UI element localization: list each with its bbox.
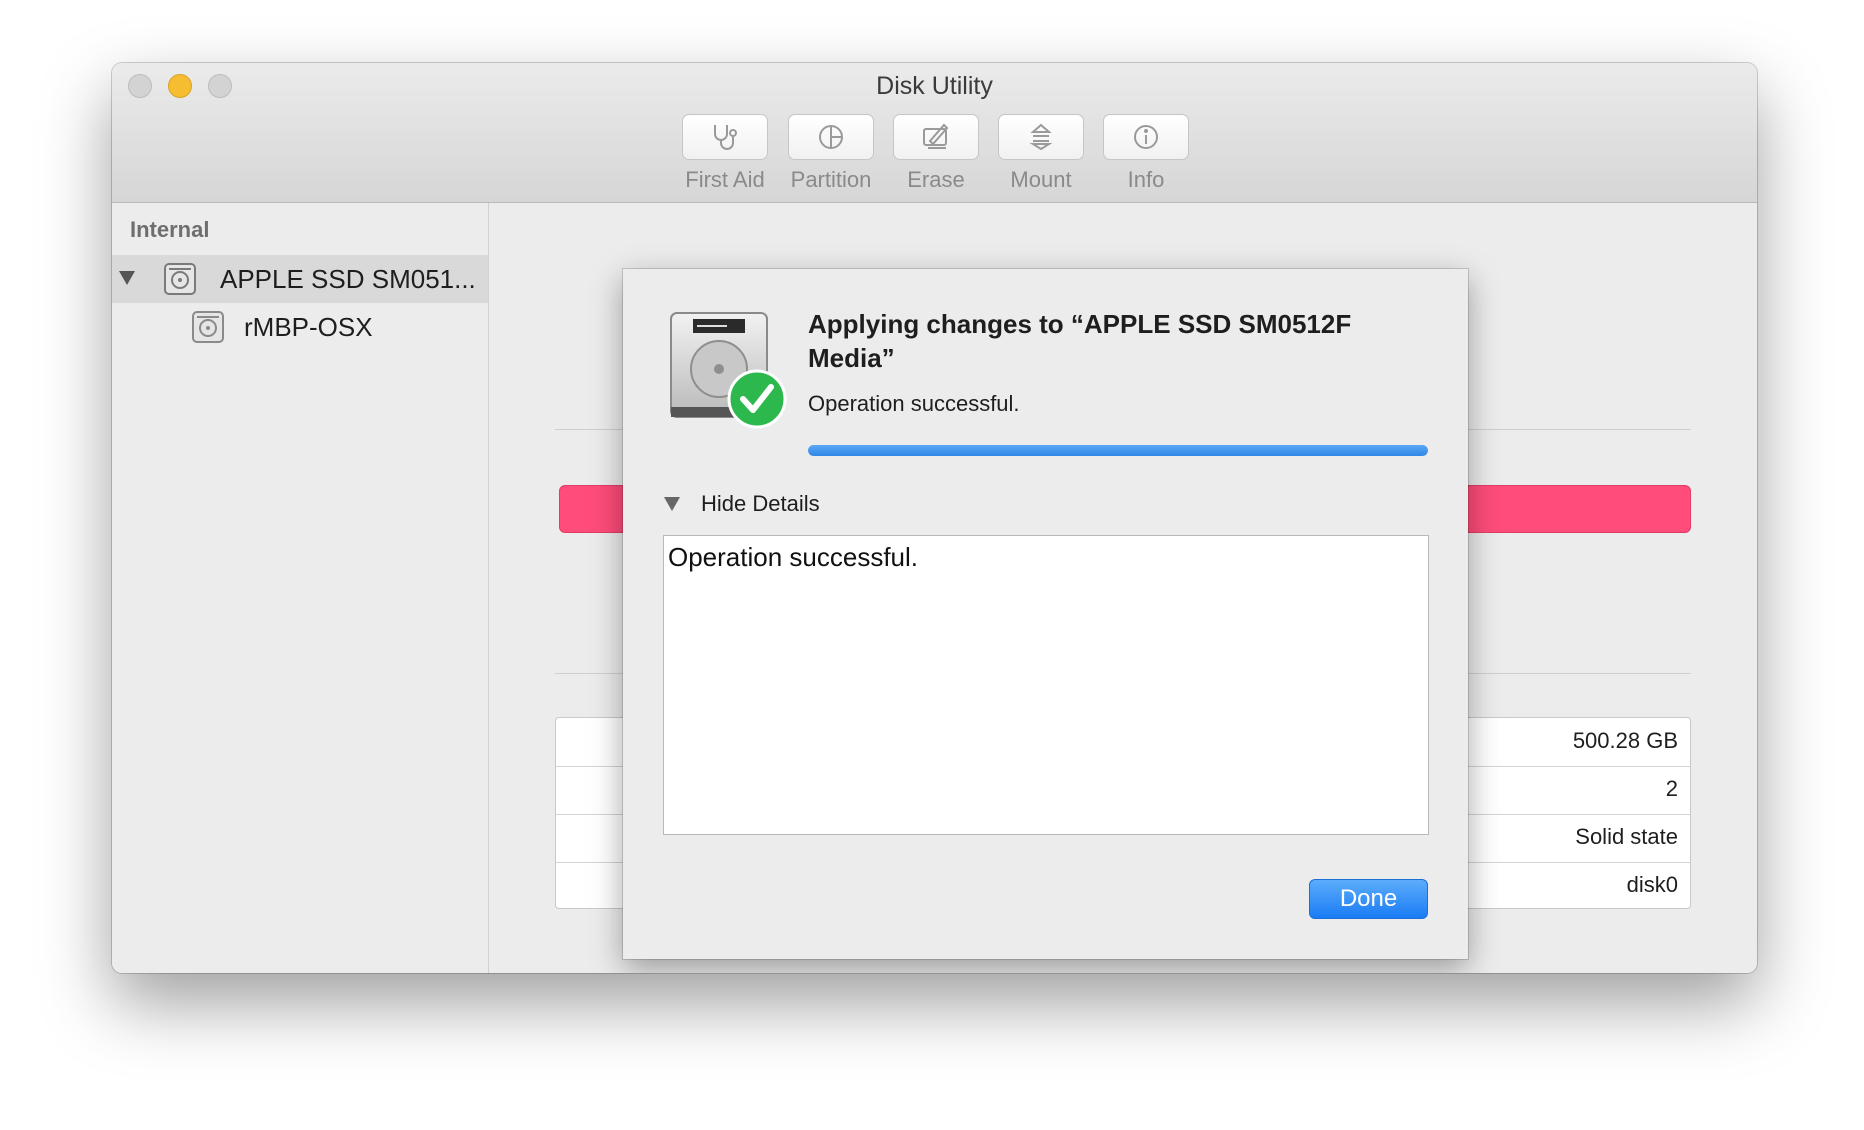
details-log-text: Operation successful.	[668, 542, 919, 572]
hard-drive-icon	[164, 263, 196, 295]
window-title: Disk Utility	[876, 72, 993, 100]
disclosure-triangle-icon[interactable]	[118, 270, 136, 286]
sidebar: Internal APPLE SSD SM051... rMBP-OSX	[112, 203, 489, 973]
erase-icon	[923, 123, 949, 149]
pie-chart-icon	[819, 125, 843, 149]
info-value: disk0	[1626, 872, 1678, 897]
erase-button[interactable]: Erase	[893, 114, 979, 193]
info-value: 500.28 GB	[1572, 728, 1678, 753]
info-button[interactable]: Info	[1103, 114, 1189, 193]
sidebar-item-label: APPLE SSD SM051...	[220, 264, 476, 294]
sidebar-section-internal: Internal	[130, 217, 210, 242]
progress-bar	[808, 445, 1428, 456]
mount-label: Mount	[1010, 167, 1072, 192]
sidebar-item-rmbp-osx[interactable]: rMBP-OSX	[112, 303, 488, 351]
first-aid-button[interactable]: First Aid	[682, 114, 768, 193]
sidebar-item-label: rMBP-OSX	[244, 312, 373, 342]
done-button[interactable]: Done	[1309, 879, 1428, 919]
mount-icon	[1029, 123, 1053, 151]
mount-button[interactable]: Mount	[998, 114, 1084, 193]
hard-drive-success-icon	[670, 312, 787, 429]
progress-fill	[808, 445, 1428, 456]
stethoscope-icon	[714, 125, 737, 150]
erase-label: Erase	[907, 167, 965, 192]
info-value: 2	[1665, 776, 1678, 801]
partition-label: Partition	[790, 167, 872, 192]
disclosure-triangle-icon	[664, 497, 680, 511]
hide-details-label: Hide Details	[701, 491, 820, 516]
volume-icon	[192, 311, 224, 343]
info-value: Solid state	[1575, 824, 1678, 849]
details-log[interactable]: Operation successful.	[663, 535, 1429, 835]
operation-status: Operation successful.	[808, 391, 1020, 416]
info-icon	[1134, 125, 1158, 149]
title-bar: Disk Utility First Aid Partition Erase M…	[112, 63, 1757, 203]
sheet-title: Applying changes to “APPLE SSD SM0512F M…	[808, 309, 1352, 373]
hide-details-toggle[interactable]: Hide Details	[663, 491, 820, 517]
sidebar-item-apple-ssd[interactable]: APPLE SSD SM051...	[112, 255, 488, 303]
partition-button[interactable]: Partition	[788, 114, 874, 193]
info-label: Info	[1127, 167, 1165, 192]
progress-sheet: Applying changes to “APPLE SSD SM0512F M…	[623, 269, 1468, 959]
first-aid-label: First Aid	[685, 167, 765, 192]
disk-utility-window: Disk Utility First Aid Partition Erase M…	[112, 63, 1757, 973]
